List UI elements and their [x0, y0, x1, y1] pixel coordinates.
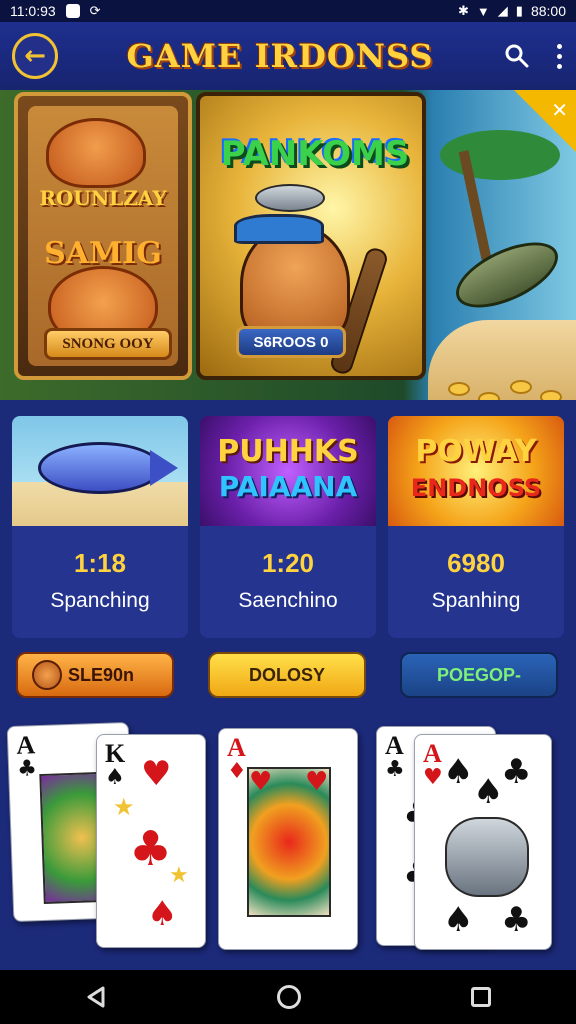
heart-icon: ♥: [249, 767, 273, 797]
tile-art-subtitle: ENDNOSS: [410, 474, 542, 502]
club-icon: ♣: [501, 900, 532, 940]
nav-home-icon[interactable]: [277, 985, 301, 1009]
coin-icon: [478, 392, 500, 400]
status-time: 11:0:93: [10, 3, 56, 19]
bluetooth-icon: ✱: [458, 3, 469, 18]
nav-recents-icon[interactable]: [471, 987, 491, 1007]
panel-left-button[interactable]: SNONG OOY: [44, 328, 172, 360]
game-tiles: 1:18 Spanching PUHHKS PAIAANA 1:20 Saenc…: [12, 416, 564, 638]
heart-icon: ♥: [141, 754, 172, 794]
heart-icon: ♥: [305, 767, 329, 797]
category-buttons: SLE90n DOLOSY POEGOP-: [14, 652, 562, 702]
star-icon: ★: [169, 863, 189, 888]
featured-title: PANKOMS: [220, 134, 410, 174]
coin-icon: [510, 380, 532, 394]
category-button[interactable]: POEGOP-: [400, 652, 558, 698]
star-icon: ★: [113, 793, 135, 821]
card-suit: ♣: [16, 756, 38, 782]
tile-image: PUHHKS PAIAANA: [200, 416, 376, 526]
hero-hat-illustration: [234, 214, 324, 244]
card-suit: ♠: [105, 765, 125, 790]
sync-icon: ⟳: [89, 3, 101, 18]
mascot-icon: [32, 660, 62, 690]
spade-icon: ♠: [473, 772, 504, 812]
nav-back-icon[interactable]: [85, 986, 107, 1008]
panel-left-label-a: ROUNLZAY: [39, 186, 167, 210]
page-title: GAME IRDONSS: [126, 37, 434, 75]
spade-icon: ♠: [147, 894, 178, 934]
tile-image: POWAY ENDNOSS: [388, 416, 564, 526]
tile-label: Spanhing: [431, 589, 521, 612]
status-right-time: 88:00: [530, 3, 566, 19]
tile-art-title: PUHHKS: [217, 434, 359, 469]
card-rank: A: [227, 733, 246, 762]
playing-card[interactable]: A ♥ ♠ ♣ ♠ ♠ ♣: [414, 734, 552, 950]
more-vertical-icon[interactable]: [554, 43, 564, 69]
game-tile[interactable]: PUHHKS PAIAANA 1:20 Saenchino: [200, 416, 376, 638]
card-suit: ♣: [385, 757, 405, 782]
status-bar: 11:0:93 ⟳ ✱ ▼ ◢ ▮ 88:00: [0, 0, 576, 22]
tile-image: [12, 416, 188, 526]
tile-art-subtitle: PAIAANA: [218, 470, 358, 503]
notification-icon: [65, 4, 80, 18]
category-button[interactable]: DOLOSY: [208, 652, 366, 698]
battery-icon: ▮: [515, 3, 523, 18]
card-rank: A: [385, 731, 404, 760]
tile-label: Saenchino: [238, 589, 338, 612]
category-button-label: POEGOP-: [436, 664, 521, 685]
coin-icon: [540, 390, 562, 400]
palm-leaf: [440, 130, 560, 180]
card-suit: ♦: [227, 759, 247, 784]
promo-banner[interactable]: ✕ ROUNLZAY SAMIG SNONG OOY PANKOMS S6ROO…: [0, 90, 576, 400]
fish-character-art: [445, 817, 529, 897]
card-row: A ♣ K ♠ ♥ ♣ ♠ ★ ★ A ♦ ♥ ♥ A ♣ ♣ ♣ A ♥ ♠ …: [0, 716, 576, 966]
system-nav-bar: [0, 970, 576, 1024]
card-rank: A: [423, 739, 442, 768]
tile-art-title: POWAY: [415, 434, 537, 469]
playing-card[interactable]: A ♦ ♥ ♥: [218, 728, 358, 950]
banner-panel-featured[interactable]: PANKOMS S6ROOS 0: [196, 92, 426, 380]
fish-tail: [150, 450, 178, 486]
wifi-icon: ▼: [476, 3, 490, 19]
fish-icon: [255, 184, 325, 212]
card-suit: ♥: [423, 765, 443, 790]
category-button-label: SLE90n: [68, 664, 135, 685]
beach-fish-illustration: [446, 229, 568, 321]
playing-card[interactable]: K ♠ ♥ ♣ ♠ ★ ★: [96, 734, 206, 948]
tile-value: 6980: [447, 548, 505, 578]
coin-icon: [448, 382, 470, 396]
spade-icon: ♠: [443, 900, 474, 940]
game-tile[interactable]: POWAY ENDNOSS 6980 Spanhing: [388, 416, 564, 638]
tile-label: Spanching: [50, 589, 150, 612]
category-button[interactable]: SLE90n: [16, 652, 174, 698]
tile-value: 1:20: [261, 548, 315, 578]
back-button[interactable]: ←: [12, 33, 58, 79]
tile-value: 1:18: [73, 548, 127, 578]
signal-icon: ◢: [497, 3, 508, 18]
spade-icon: ♠: [443, 752, 474, 792]
app-bar: ← GAME IRDONSS: [0, 22, 576, 90]
card-rank: K: [105, 739, 126, 768]
category-button-label: DOLOSY: [248, 664, 325, 685]
featured-button[interactable]: S6ROOS 0: [236, 326, 346, 358]
game-tile[interactable]: 1:18 Spanching: [12, 416, 188, 638]
club-icon: ♣: [129, 821, 173, 877]
banner-panel-left[interactable]: ROUNLZAY SAMIG SNONG OOY: [14, 92, 192, 380]
fish-character-illustration: [46, 118, 146, 188]
arrow-left-icon: ←: [24, 41, 46, 71]
fish-icon: [38, 442, 162, 494]
club-icon: ♣: [501, 752, 532, 792]
card-rank: A: [15, 730, 36, 760]
search-icon[interactable]: [502, 41, 532, 71]
